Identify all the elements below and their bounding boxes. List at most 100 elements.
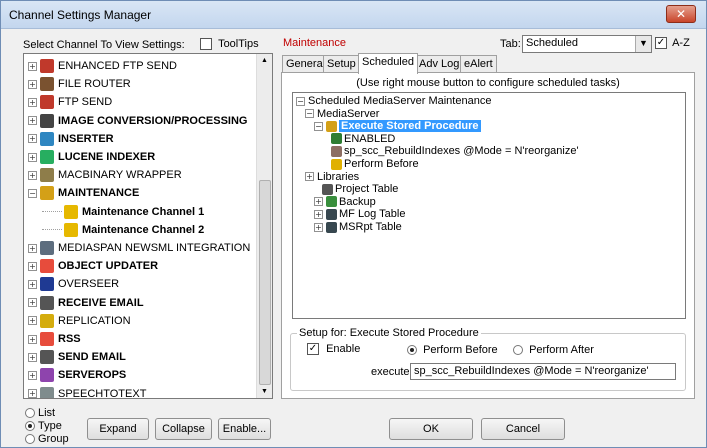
title-bar[interactable]: Channel Settings Manager ✕	[1, 1, 706, 29]
tree-item[interactable]: + REPLICATION	[28, 312, 260, 330]
tab-adv-log[interactable]: Adv Log	[415, 55, 464, 73]
perform-before-radio[interactable]	[407, 345, 417, 356]
tree-item[interactable]: + SERVEROPS	[28, 366, 260, 384]
group-radio[interactable]	[25, 434, 35, 445]
tree-item[interactable]: + IMAGE CONVERSION/PROCESSING	[28, 112, 260, 130]
expand-icon[interactable]: +	[28, 170, 37, 180]
expand-icon[interactable]: +	[314, 197, 323, 207]
execute-input[interactable]: sp_scc_RebuildIndexes @Mode = N'reorgani…	[410, 363, 676, 380]
view-option-list[interactable]: List	[25, 407, 69, 420]
ok-button[interactable]: OK	[389, 418, 473, 440]
tooltips-checkbox[interactable]	[200, 38, 212, 51]
enable-toggle[interactable]: ✓ Enable	[307, 343, 360, 356]
cancel-button[interactable]: Cancel	[481, 418, 565, 440]
collapse-icon[interactable]: −	[296, 96, 305, 106]
expand-icon[interactable]: +	[314, 222, 323, 232]
tree-item[interactable]: + SPEECHTOTEXT	[28, 385, 260, 398]
tree-item[interactable]: + MACBINARY WRAPPER	[28, 166, 260, 184]
tooltips-toggle[interactable]: ToolTips	[200, 38, 259, 51]
list-radio[interactable]	[25, 408, 35, 419]
chevron-down-icon[interactable]: ▼	[635, 36, 651, 52]
task-tree-node[interactable]: Perform Before	[323, 158, 685, 170]
collapse-icon[interactable]: −	[314, 121, 323, 131]
tree-item[interactable]: + ENHANCED FTP SEND	[28, 57, 260, 75]
tree-item[interactable]: + OBJECT UPDATER	[28, 257, 260, 275]
expand-icon[interactable]: +	[305, 172, 314, 182]
expand-icon[interactable]: +	[28, 279, 37, 289]
expand-icon[interactable]: +	[28, 334, 37, 344]
tree-item[interactable]: + FTP SEND	[28, 93, 260, 111]
collapse-button[interactable]: Collapse	[155, 418, 212, 440]
scroll-down-arrow-icon[interactable]: ▼	[261, 388, 268, 395]
expand-icon[interactable]: +	[28, 261, 37, 271]
task-tree-node[interactable]: sp_scc_RebuildIndexes @Mode = N'reorgani…	[323, 145, 685, 157]
task-tree-node[interactable]: + Libraries	[305, 171, 685, 183]
tree-item[interactable]: + SEND EMAIL	[28, 348, 260, 366]
expand-icon[interactable]: +	[28, 134, 37, 144]
tree-item[interactable]: + FILE ROUTER	[28, 75, 260, 93]
tree-item[interactable]: + MEDIASPAN NEWSML INTEGRATION	[28, 239, 260, 257]
window-title: Channel Settings Manager	[9, 8, 152, 22]
task-tree-node[interactable]: ENABLED	[323, 132, 685, 145]
tree-item[interactable]: + RSS	[28, 330, 260, 348]
view-option-group[interactable]: Group	[25, 433, 69, 446]
tree-item[interactable]: − MAINTENANCE	[28, 184, 260, 202]
scheduled-task-tree[interactable]: − Scheduled MediaServer Maintenance − Media…	[292, 92, 686, 319]
perform-after-label: Perform After	[529, 344, 594, 356]
expand-icon[interactable]: +	[28, 243, 37, 253]
expand-icon[interactable]: +	[28, 79, 37, 89]
az-checkbox[interactable]: ✓	[655, 37, 667, 50]
tree-child-item[interactable]: Maintenance Channel 1	[42, 203, 272, 221]
tab-setup[interactable]: Setup	[323, 55, 360, 73]
setup-title: Setup for: Execute Stored Procedure	[297, 327, 481, 339]
tree-item-label: REPLICATION	[58, 314, 131, 327]
task-tree-label: ENABLED	[344, 132, 396, 145]
enable-button[interactable]: Enable...	[218, 418, 271, 440]
tree-item[interactable]: + LUCENE INDEXER	[28, 148, 260, 166]
section-title: Maintenance	[283, 37, 346, 49]
tree-item[interactable]: + RECEIVE EMAIL	[28, 294, 260, 312]
az-toggle[interactable]: ✓ A-Z	[655, 37, 690, 50]
enable-checkbox[interactable]: ✓	[307, 343, 319, 356]
type-radio[interactable]	[25, 421, 35, 432]
tree-item[interactable]: + INSERTER	[28, 130, 260, 148]
collapse-icon[interactable]: −	[305, 109, 314, 119]
expand-icon[interactable]: +	[28, 97, 37, 107]
sql-icon	[331, 145, 342, 157]
perform-after-radio[interactable]	[513, 345, 523, 356]
tab-scheduled[interactable]: Scheduled	[358, 53, 418, 74]
tab-ealert[interactable]: eAlert	[460, 55, 497, 73]
task-tree-node[interactable]: Project Table	[314, 183, 685, 195]
speech-icon	[40, 386, 54, 398]
view-option-type[interactable]: Type	[25, 420, 69, 433]
task-tree-node[interactable]: − Execute Stored Procedure	[314, 120, 685, 133]
tree-child-item[interactable]: Maintenance Channel 2	[42, 221, 272, 239]
expand-icon[interactable]: +	[28, 316, 37, 326]
task-tree-node[interactable]: + Backup	[314, 196, 685, 208]
expand-icon[interactable]: +	[28, 389, 37, 398]
collapse-icon[interactable]: −	[28, 188, 37, 198]
task-tree-node[interactable]: + MF Log Table	[314, 208, 685, 220]
task-tree-node[interactable]: − Scheduled MediaServer Maintenance	[296, 95, 676, 107]
channel-tree[interactable]: ▲ ▼ + ENHANCED FTP SEND + FILE ROUTER + FTP S…	[23, 53, 273, 399]
expand-icon[interactable]: +	[28, 61, 37, 71]
perform-before-option[interactable]: Perform Before	[407, 344, 498, 356]
expand-icon[interactable]: +	[28, 152, 37, 162]
close-button[interactable]: ✕	[666, 5, 696, 23]
tab-select[interactable]: Scheduled ▼	[522, 35, 652, 53]
router-icon	[40, 77, 54, 92]
scroll-up-arrow-icon[interactable]: ▲	[261, 57, 268, 64]
task-tree-node[interactable]: + MSRpt Table	[314, 221, 685, 233]
task-tree-node[interactable]: − MediaServer	[305, 108, 685, 120]
expand-icon[interactable]: +	[28, 116, 37, 126]
expand-icon[interactable]: +	[28, 370, 37, 380]
ftp-icon	[40, 95, 54, 110]
tree-item-label: FILE ROUTER	[58, 78, 131, 91]
replication-icon	[40, 313, 54, 328]
tree-item[interactable]: + OVERSEER	[28, 275, 260, 293]
expand-button[interactable]: Expand	[87, 418, 149, 440]
expand-icon[interactable]: +	[28, 298, 37, 308]
expand-icon[interactable]: +	[314, 209, 323, 219]
expand-icon[interactable]: +	[28, 352, 37, 362]
perform-after-option[interactable]: Perform After	[513, 344, 594, 356]
